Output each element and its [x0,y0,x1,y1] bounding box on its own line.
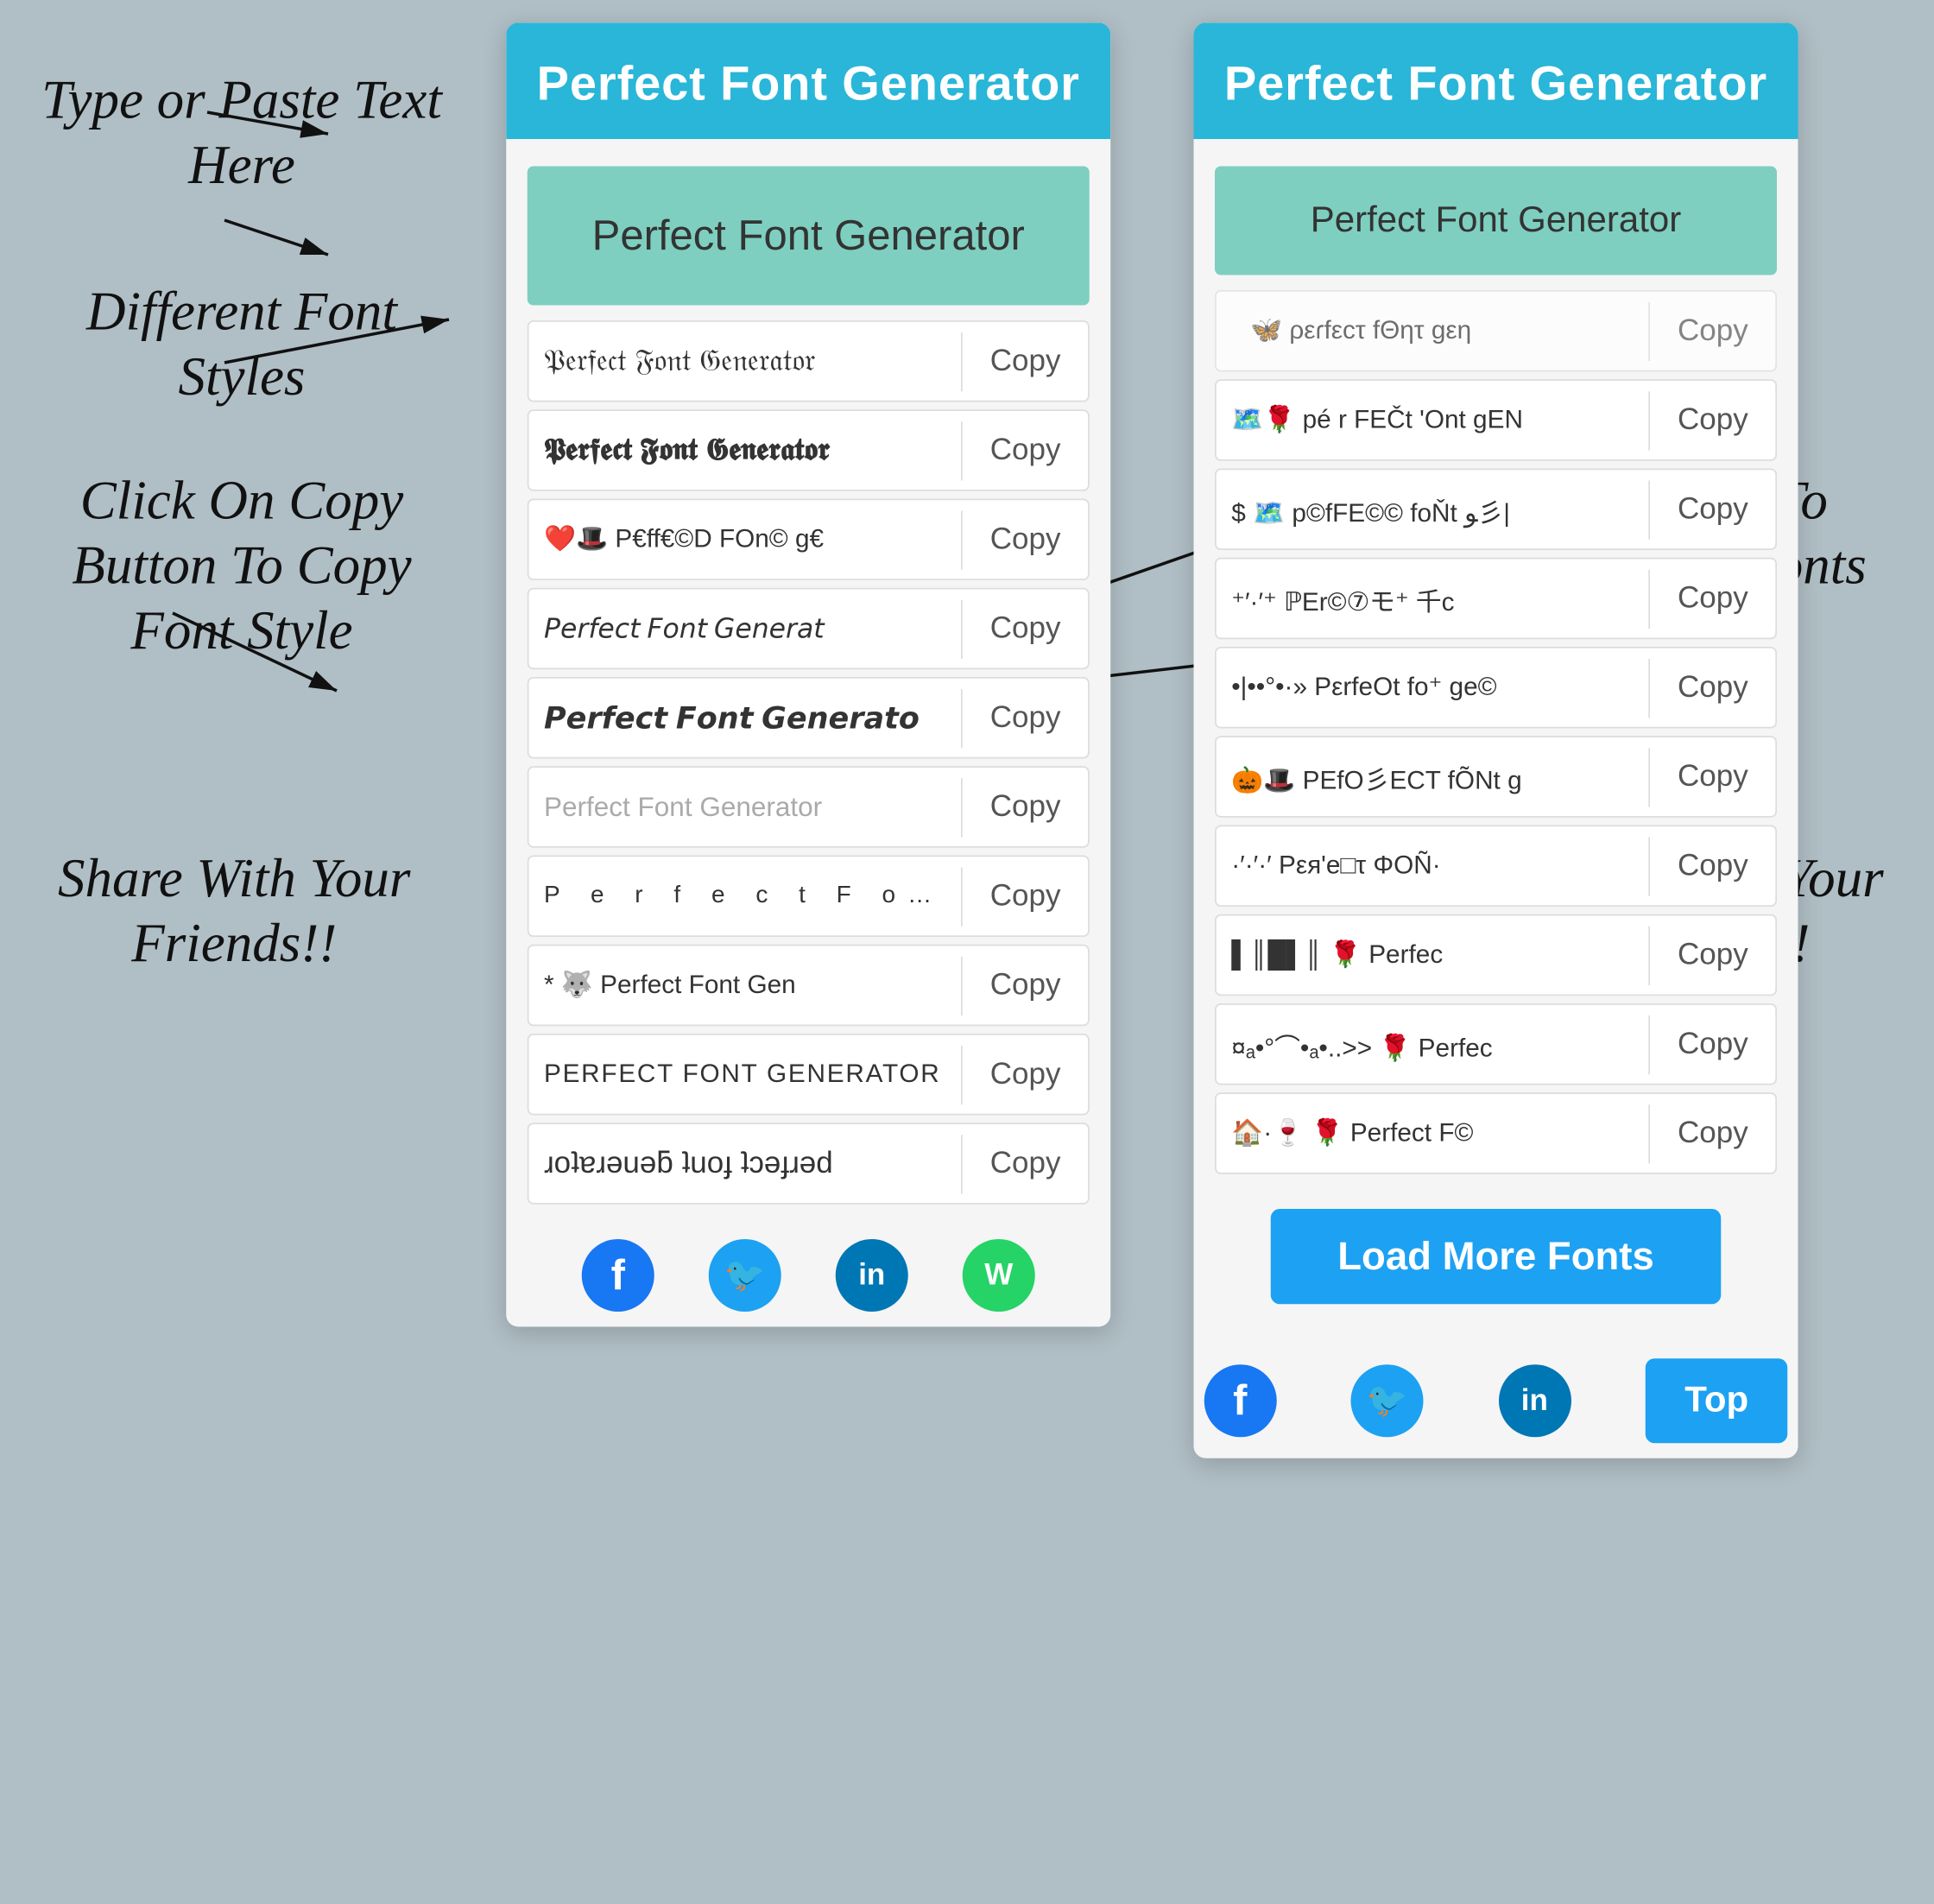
font-text: •|••°•·» PεrfeOt fo⁺ ge© [1217,661,1649,715]
left-phone-panel: Perfect Font Generator Perfect Font Gene… [506,22,1110,1326]
table-row: ɹoʇɐɹǝuǝƃ ʇuoɟ ʇɔǝɟɹǝd Copy [528,1123,1090,1205]
copy-button[interactable]: Copy [1649,390,1775,449]
font-text: 🗺️🌹 pé r FEČt 'Ont gEN [1217,393,1649,447]
font-text: ⠀🦋 ρεɾfεcτ fΘητ gεη [1217,304,1649,358]
font-text: ɹoʇɐɹǝuǝƃ ʇuoɟ ʇɔǝɟɹǝd [529,1134,962,1192]
right-panel-input[interactable]: Perfect Font Generator [1215,167,1777,275]
font-text: ▌║█▌║ 🌹 Perfec [1217,928,1649,983]
share-bar-right: f 🐦 in Top [1194,1332,1798,1458]
copy-button[interactable]: Copy [962,421,1088,479]
table-row: PERFECT FONT GENERATOR Copy [528,1034,1090,1116]
annotation-share-left: Share With Your Friends!! [53,846,415,977]
right-panel-header: Perfect Font Generator [1194,22,1798,139]
font-text: ⁺′·′⁺ ℙEr©⑦モ⁺ 千c [1217,567,1649,629]
table-row: 𝙋𝙚𝙧𝙛𝙚𝙘𝙩 𝙁𝙤𝙣𝙩 𝙂𝙚𝙣𝙚𝙧𝙖𝙩𝙤 Copy [528,677,1090,759]
annotation-different-fonts: Different Font Styles [30,280,453,410]
linkedin-icon[interactable]: in [836,1239,908,1312]
copy-button[interactable]: Copy [962,510,1088,569]
copy-button[interactable]: Copy [1649,837,1775,895]
annotation-type-paste: Type or Paste Text Here [30,68,453,199]
font-text: $ 🗺️ p©fFE©© foŇt ﻮ彡| [1217,478,1649,541]
font-text: Perfect Font Generator [529,779,962,835]
font-text: PERFECT FONT GENERATOR [529,1047,962,1102]
font-text: ❤️🎩 P€ff€©D FOn© g€ [529,512,962,566]
table-row: 🏠·🍷 🌹 Perfect F© Copy [1215,1092,1777,1174]
left-panel-header: Perfect Font Generator [506,22,1110,139]
table-row: ▌║█▌║ 🌹 Perfec Copy [1215,914,1777,996]
copy-button[interactable]: Copy [1649,1104,1775,1162]
copy-button[interactable]: Copy [962,599,1088,658]
font-text: P e r f e c t F o n t [529,870,962,922]
linkedin-icon[interactable]: in [1498,1364,1571,1437]
font-text: 𝙋𝙚𝙧𝙛𝙚𝙘𝙩 𝙁𝙤𝙣𝙩 𝙂𝙚𝙣𝙚𝙧𝙖𝙩𝙤 [529,686,962,749]
copy-button[interactable]: Copy [962,1045,1088,1104]
twitter-icon[interactable]: 🐦 [709,1239,781,1312]
copy-button[interactable]: Copy [962,777,1088,836]
copy-button[interactable]: Copy [1649,926,1775,984]
copy-button[interactable]: Copy [962,1134,1088,1192]
table-row: Perfect Font Generator Copy [528,766,1090,848]
font-text: 🏠·🍷 🌹 Perfect F© [1217,1106,1649,1161]
copy-button[interactable]: Copy [1649,569,1775,628]
table-row: ❤️🎩 P€ff€©D FOn© g€ Copy [528,499,1090,581]
share-bar-left: f 🐦 in W [506,1212,1110,1327]
annotation-click-copy: Click On Copy Button To Copy Font Style [30,469,453,665]
font-text: 𝘗𝘦𝘳𝘧𝘦𝘤𝘵 𝘍𝘰𝘯𝘵 𝘎𝘦𝘯𝘦𝘳𝘢𝘵 [529,601,962,657]
table-row: * 🐺 Perfect Font Gen Copy [528,945,1090,1027]
twitter-icon[interactable]: 🐦 [1351,1364,1424,1437]
copy-button[interactable]: Copy [1649,1015,1775,1073]
table-row: P e r f e c t F o n t Copy [528,856,1090,938]
table-row: $ 🗺️ p©fFE©© foŇt ﻮ彡| Copy [1215,469,1777,551]
table-row: ⁺′·′⁺ ℙEr©⑦モ⁺ 千c Copy [1215,558,1777,640]
font-text: ¤ₐ•°⌒•ₐ•..>> 🌹 Perfec [1217,1013,1649,1075]
font-text: 𝔓𝔢𝔯𝔣𝔢𝔠𝔱 𝔉𝔬𝔫𝔱 𝔊𝔢𝔫𝔢𝔯𝔞𝔱𝔬𝔯 [529,332,962,390]
right-phone-panel: Perfect Font Generator Perfect Font Gene… [1194,22,1798,1458]
table-row: 𝕻𝖊𝖗𝖋𝖊𝖈𝖙 𝕱𝖔𝖓𝖙 𝕲𝖊𝖓𝖊𝖗𝖆𝖙𝖔𝖗 Copy [528,409,1090,491]
copy-button[interactable]: Copy [962,688,1088,747]
copy-button[interactable]: Copy [1649,658,1775,717]
copy-button[interactable]: Copy [1649,480,1775,539]
table-row: •|••°•·» PεrfeOt fo⁺ ge© Copy [1215,647,1777,729]
font-text: 🎃🎩 PEfO彡ECT fÕNt g [1217,746,1649,808]
table-row: ·′·′·′ Pεя'e□τ ΦOÑ· Copy [1215,825,1777,908]
table-row: 🗺️🌹 pé r FEČt 'Ont gEN Copy [1215,379,1777,461]
facebook-icon[interactable]: f [582,1239,654,1312]
table-row: 𝘗𝘦𝘳𝘧𝘦𝘤𝘵 𝘍𝘰𝘯𝘵 𝘎𝘦𝘯𝘦𝘳𝘢𝘵 Copy [528,588,1090,670]
left-panel-input[interactable]: Perfect Font Generator [528,167,1090,306]
load-more-button[interactable]: Load More Fonts [1271,1209,1721,1304]
copy-button[interactable]: Copy [962,867,1088,926]
copy-button[interactable]: Copy [1649,747,1775,806]
table-row: ⠀🦋 ρεɾfεcτ fΘητ gεη Copy [1215,290,1777,372]
table-row: 🎃🎩 PEfO彡ECT fÕNt g Copy [1215,736,1777,818]
table-row: ¤ₐ•°⌒•ₐ•..>> 🌹 Perfec Copy [1215,1003,1777,1085]
copy-button[interactable]: Copy [962,332,1088,390]
font-text: ·′·′·′ Pεя'e□τ ΦOÑ· [1217,838,1649,893]
copy-button[interactable]: Copy [1649,301,1775,360]
whatsapp-icon[interactable]: W [963,1239,1035,1312]
font-text: * 🐺 Perfect Font Gen [529,958,962,1013]
copy-button[interactable]: Copy [962,956,1088,1015]
facebook-icon[interactable]: f [1204,1364,1276,1437]
top-button[interactable]: Top [1646,1358,1788,1443]
font-text: 𝕻𝖊𝖗𝖋𝖊𝖈𝖙 𝕱𝖔𝖓𝖙 𝕲𝖊𝖓𝖊𝖗𝖆𝖙𝖔𝖗 [529,421,962,479]
table-row: 𝔓𝔢𝔯𝔣𝔢𝔠𝔱 𝔉𝔬𝔫𝔱 𝔊𝔢𝔫𝔢𝔯𝔞𝔱𝔬𝔯 Copy [528,320,1090,402]
